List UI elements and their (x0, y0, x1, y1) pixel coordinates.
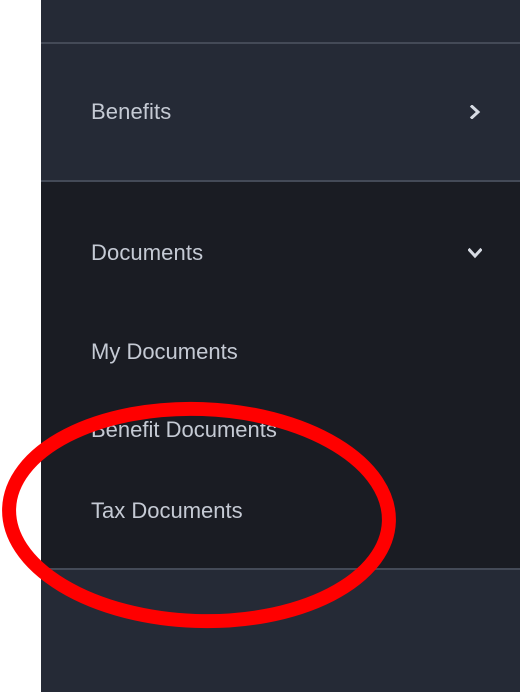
sidebar-subitem-tax-documents[interactable]: Tax Documents (41, 491, 520, 531)
sidebar-item-label: Documents (91, 240, 204, 265)
sidebar-subitem-benefit-documents[interactable]: Benefit Documents (41, 410, 520, 450)
chevron-right-icon (468, 105, 482, 119)
sidebar-item-benefits[interactable]: Benefits (41, 44, 520, 180)
sidebar-subitem-my-documents[interactable]: My Documents (41, 332, 520, 372)
screenshot-canvas: Benefits Documents My Documents Benefit … (0, 0, 520, 692)
sidebar-top-area (41, 0, 520, 43)
sidebar-item-label: Benefits (91, 99, 172, 124)
sidebar-bottom-area (41, 570, 520, 692)
subitem-label: My Documents (91, 339, 238, 364)
sidebar-nav: Benefits Documents My Documents Benefit … (41, 0, 520, 692)
documents-section: Documents My Documents Benefit Documents… (41, 182, 520, 568)
subitem-label: Benefit Documents (91, 417, 277, 442)
chevron-down-icon (468, 246, 482, 260)
sidebar-item-documents[interactable]: Documents (41, 182, 520, 324)
subitem-label: Tax Documents (91, 498, 243, 523)
